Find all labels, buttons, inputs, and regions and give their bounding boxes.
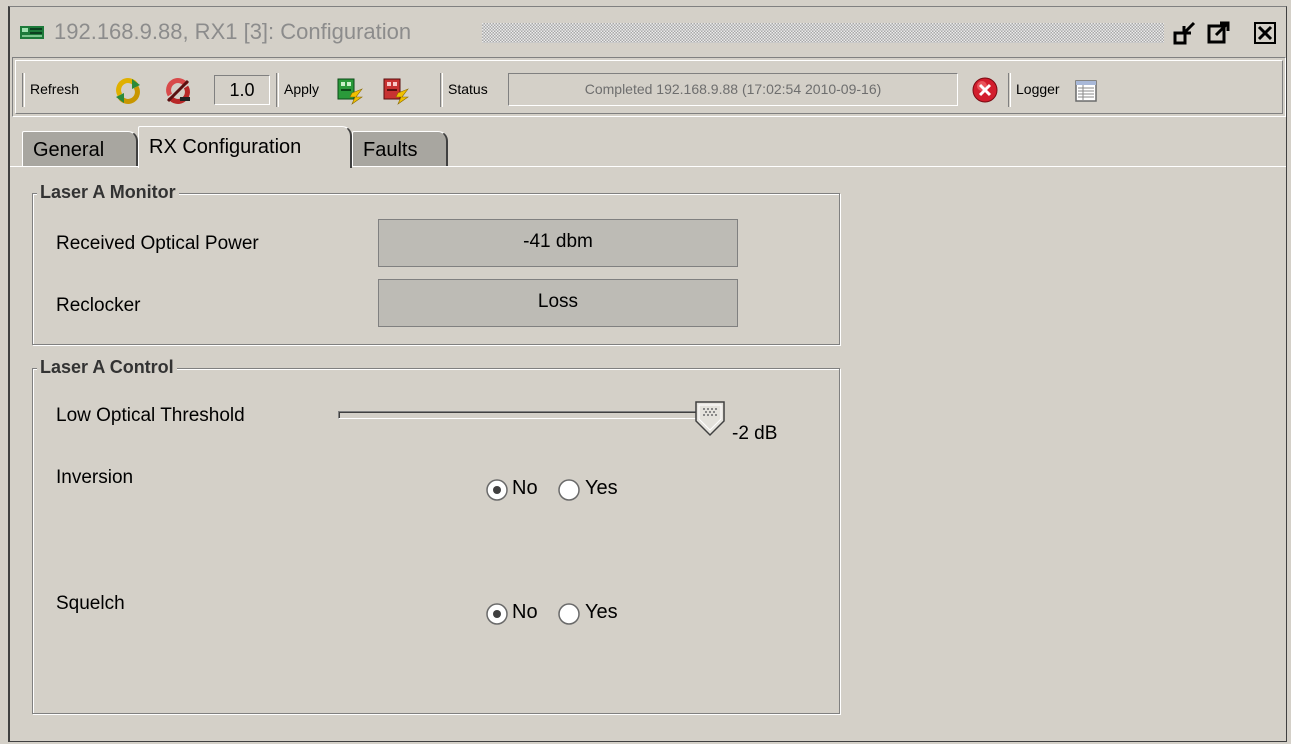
received-power-value: -41 dbm bbox=[378, 219, 738, 267]
squelch-yes-label[interactable]: Yes bbox=[585, 601, 618, 624]
tab-bar: General RX Configuration Faults bbox=[10, 121, 1286, 168]
stop-refresh-icon[interactable] bbox=[164, 77, 192, 105]
device-card-icon bbox=[20, 26, 44, 39]
tab-general-label: General bbox=[33, 139, 105, 161]
tab-faults-label: Faults bbox=[363, 139, 418, 161]
apply-red-icon[interactable] bbox=[382, 77, 410, 105]
tab-faults[interactable]: Faults bbox=[352, 131, 448, 167]
laser-monitor-title: Laser A Monitor bbox=[37, 182, 179, 203]
refresh-interval-input[interactable]: 1.0 bbox=[214, 75, 270, 105]
close-icon[interactable] bbox=[1252, 20, 1278, 46]
apply-green-icon[interactable] bbox=[336, 77, 364, 105]
inversion-no-label[interactable]: No bbox=[512, 477, 538, 500]
threshold-slider-track[interactable] bbox=[338, 411, 708, 419]
squelch-no-label[interactable]: No bbox=[512, 601, 538, 624]
threshold-value: -2 dB bbox=[732, 423, 778, 444]
squelch-no-radio[interactable] bbox=[486, 603, 508, 625]
toolbar-separator bbox=[22, 73, 25, 107]
threshold-label: Low Optical Threshold bbox=[56, 405, 245, 426]
error-icon[interactable] bbox=[971, 76, 999, 104]
status-label: Status bbox=[448, 81, 488, 97]
threshold-slider-thumb[interactable] bbox=[695, 401, 725, 437]
inversion-label: Inversion bbox=[56, 467, 134, 488]
reclocker-label: Reclocker bbox=[56, 295, 141, 316]
laser-control-title: Laser A Control bbox=[37, 357, 177, 378]
minimize-icon[interactable] bbox=[1172, 20, 1198, 46]
inversion-no-radio[interactable] bbox=[486, 479, 508, 501]
tab-general[interactable]: General bbox=[22, 131, 138, 167]
toolbar-separator bbox=[276, 73, 279, 107]
apply-label: Apply bbox=[284, 81, 320, 97]
title-bar[interactable]: 192.168.9.88, RX1 [3]: Configuration bbox=[10, 7, 1286, 55]
status-field: Completed 192.168.9.88 (17:02:54 2010-09… bbox=[508, 73, 958, 106]
inversion-yes-label[interactable]: Yes bbox=[585, 477, 618, 500]
logger-label: Logger bbox=[1016, 81, 1060, 97]
refresh-label: Refresh bbox=[30, 81, 80, 97]
tab-rx-configuration[interactable]: RX Configuration bbox=[138, 126, 352, 168]
squelch-yes-radio[interactable] bbox=[558, 603, 580, 625]
tab-rx-configuration-label: RX Configuration bbox=[149, 136, 302, 158]
toolbar-separator bbox=[440, 73, 443, 107]
squelch-label: Squelch bbox=[56, 593, 125, 614]
reclocker-value: Loss bbox=[378, 279, 738, 327]
refresh-icon[interactable] bbox=[114, 77, 142, 105]
received-power-label: Received Optical Power bbox=[56, 233, 259, 254]
inversion-yes-radio[interactable] bbox=[558, 479, 580, 501]
title-grip[interactable] bbox=[482, 23, 1164, 43]
configuration-window: 192.168.9.88, RX1 [3]: Configuration Ref… bbox=[8, 6, 1287, 742]
toolbar: Refresh 1.0 Apply Status Completed 192.1… bbox=[12, 57, 1286, 117]
window-title: 192.168.9.88, RX1 [3]: Configuration bbox=[54, 19, 412, 44]
maximize-icon[interactable] bbox=[1206, 20, 1232, 46]
toolbar-separator bbox=[1008, 73, 1011, 107]
logger-icon[interactable] bbox=[1074, 79, 1098, 103]
